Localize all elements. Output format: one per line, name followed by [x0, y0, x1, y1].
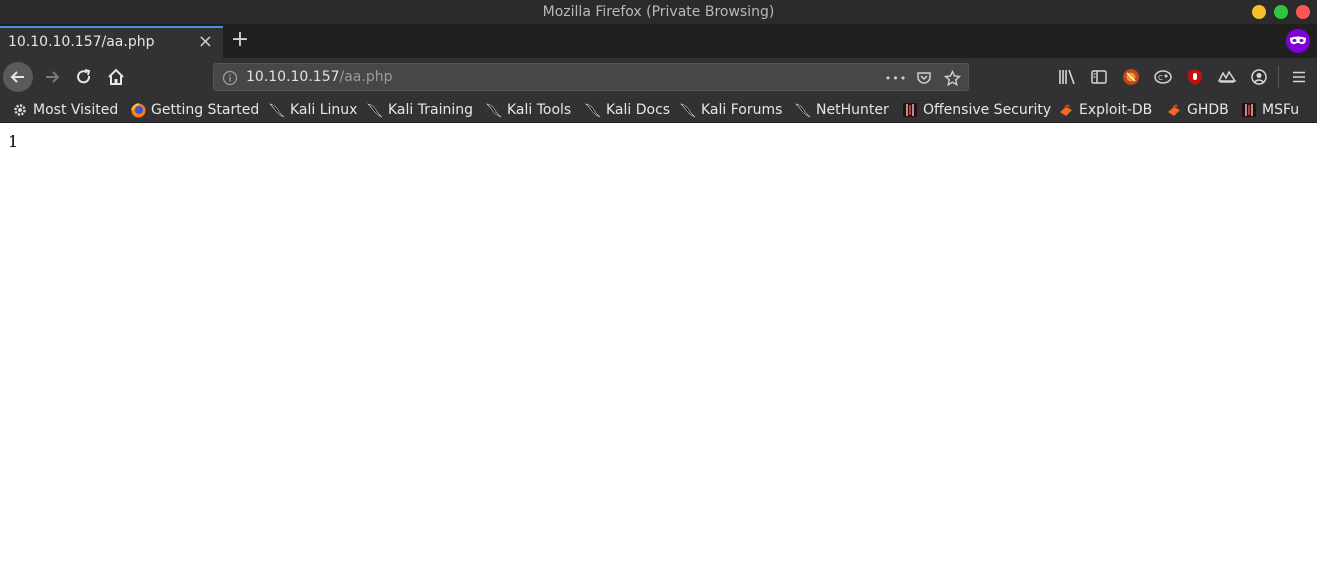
url-path: /aa.php	[339, 69, 393, 85]
bookmark-kali-linux[interactable]: Kali Linux	[269, 99, 357, 121]
tab-bar: 10.10.10.157/aa.php × +	[0, 24, 1317, 58]
firefox-icon	[130, 102, 146, 118]
tab-title: 10.10.10.157/aa.php	[8, 34, 155, 50]
page-actions-button[interactable]: •••	[885, 68, 906, 88]
exploit-db-icon	[1058, 102, 1074, 118]
bookmarks-toolbar: Most Visited Getting Started Kali Linux …	[0, 96, 1317, 123]
bookmark-msfu[interactable]: MSFu	[1241, 99, 1299, 121]
bookmark-label: NetHunter	[816, 102, 889, 118]
bookmark-offensive-security[interactable]: Offensive Security	[902, 99, 1051, 121]
extension-cookie-icon[interactable]: C	[1152, 66, 1174, 88]
library-icon[interactable]	[1056, 66, 1078, 88]
bookmark-ghdb[interactable]: GHDB	[1166, 99, 1229, 121]
gear-icon	[12, 102, 28, 118]
kali-dragon-icon	[269, 102, 285, 118]
kali-dragon-icon	[585, 102, 601, 118]
exploit-db-icon	[1166, 102, 1182, 118]
offsec-icon	[902, 102, 918, 118]
tab-active[interactable]: 10.10.10.157/aa.php ×	[0, 26, 223, 58]
new-tab-button[interactable]: +	[229, 28, 251, 54]
toolbar-divider	[1278, 66, 1279, 88]
bookmark-label: Kali Training	[388, 102, 473, 118]
bookmark-nethunter[interactable]: NetHunter	[795, 99, 889, 121]
bookmark-label: Getting Started	[151, 102, 260, 118]
reload-icon	[77, 69, 91, 84]
window-titlebar: Mozilla Firefox (Private Browsing)	[0, 0, 1317, 24]
forward-arrow-icon	[46, 71, 60, 83]
bookmark-label: Kali Forums	[701, 102, 783, 118]
bookmark-label: Kali Docs	[606, 102, 671, 118]
window-title: Mozilla Firefox (Private Browsing)	[542, 4, 775, 20]
bookmark-kali-docs[interactable]: Kali Docs	[585, 99, 670, 121]
bookmark-kali-training[interactable]: Kali Training	[367, 99, 473, 121]
url-text[interactable]: 10.10.10.157/aa.php	[246, 69, 393, 85]
extension-wappalyzer-icon[interactable]	[1216, 66, 1238, 88]
bookmark-kali-tools[interactable]: Kali Tools	[486, 99, 571, 121]
page-content: 1	[0, 124, 1317, 584]
back-button[interactable]	[3, 62, 33, 92]
private-browsing-icon	[1286, 29, 1310, 53]
kali-dragon-icon	[795, 102, 811, 118]
extension-foxyproxy-icon[interactable]	[1120, 66, 1142, 88]
navigation-toolbar: 10.10.10.157/aa.php ••• C	[0, 58, 1317, 96]
tab-close-button[interactable]: ×	[198, 32, 213, 52]
bookmark-star-icon[interactable]	[942, 68, 962, 88]
address-bar[interactable]: 10.10.10.157/aa.php •••	[213, 63, 969, 91]
account-icon[interactable]	[1248, 66, 1270, 88]
bookmark-getting-started[interactable]: Getting Started	[130, 99, 259, 121]
extension-ublock-icon[interactable]	[1184, 66, 1206, 88]
site-info-icon[interactable]	[222, 70, 238, 86]
bookmark-label: Kali Linux	[290, 102, 358, 118]
url-host: 10.10.10.157	[246, 69, 340, 85]
kali-dragon-icon	[367, 102, 383, 118]
page-body-text: 1	[8, 132, 19, 151]
home-icon	[108, 68, 124, 85]
maximize-button[interactable]	[1274, 5, 1288, 19]
sidebar-icon[interactable]	[1088, 66, 1110, 88]
close-window-button[interactable]	[1296, 5, 1310, 19]
offsec-icon	[1241, 102, 1257, 118]
bookmark-exploit-db[interactable]: Exploit-DB	[1058, 99, 1152, 121]
svg-text:C: C	[1158, 74, 1163, 82]
bookmark-label: Most Visited	[33, 102, 119, 118]
bookmark-label: MSFu	[1262, 102, 1300, 118]
bookmark-most-visited[interactable]: Most Visited	[12, 99, 118, 121]
bookmark-kali-forums[interactable]: Kali Forums	[680, 99, 782, 121]
kali-dragon-icon	[680, 102, 696, 118]
hamburger-menu-icon[interactable]	[1288, 66, 1310, 88]
home-button[interactable]	[101, 62, 131, 92]
reload-button[interactable]	[69, 62, 99, 92]
forward-button[interactable]	[37, 62, 67, 92]
back-arrow-icon	[10, 71, 24, 83]
bookmark-label: Exploit-DB	[1079, 102, 1153, 118]
pocket-icon[interactable]	[914, 68, 934, 88]
bookmark-label: Offensive Security	[923, 102, 1052, 118]
minimize-button[interactable]	[1252, 5, 1266, 19]
bookmark-label: Kali Tools	[507, 102, 572, 118]
kali-dragon-icon	[486, 102, 502, 118]
bookmark-label: GHDB	[1187, 102, 1229, 118]
